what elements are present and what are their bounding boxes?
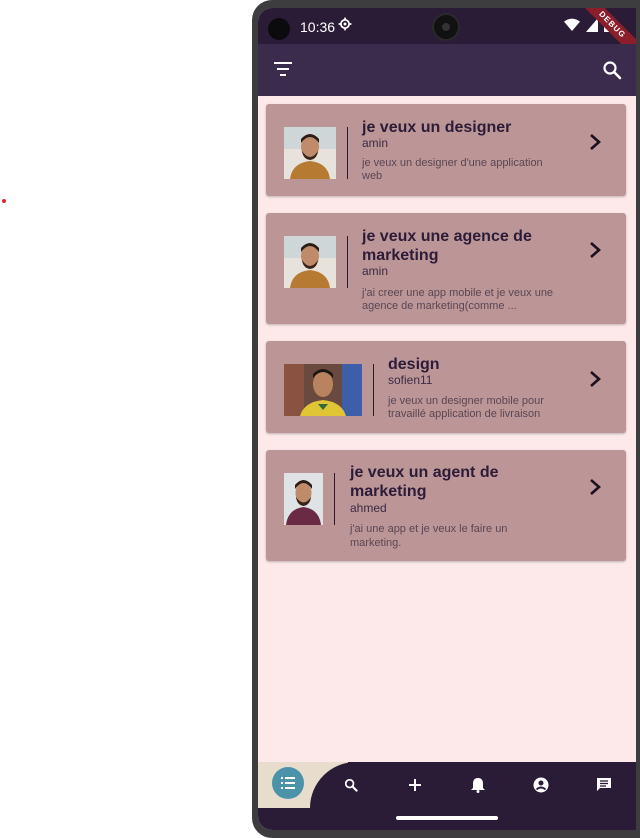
post-title-line2: marketing [350, 483, 427, 500]
post-card[interactable]: je veux un designer amin je veux un desi… [266, 104, 626, 196]
post-card[interactable]: je veux une agence de marketing amin j'a… [266, 213, 626, 324]
chevron-right-icon[interactable] [588, 370, 602, 388]
camera-cutout [268, 18, 290, 40]
search-icon[interactable] [342, 776, 360, 794]
vertical-divider [373, 364, 374, 416]
post-author: sofien11 [388, 373, 433, 387]
chevron-right-icon[interactable] [588, 133, 602, 151]
settings-icon [338, 17, 352, 35]
post-thumbnail [284, 364, 362, 416]
post-description: j'ai creer une app mobile et je veux une [362, 287, 554, 299]
vertical-divider [347, 127, 348, 179]
front-camera [434, 15, 458, 39]
post-author: amin [362, 264, 389, 278]
chevron-right-icon[interactable] [588, 478, 602, 496]
post-description: je veux un designer mobile pour [388, 395, 544, 407]
home-indicator[interactable] [396, 816, 498, 820]
account-icon[interactable] [532, 776, 550, 794]
red-dot-marker [2, 199, 6, 203]
app-screen: 10:36 DEBUG je veux un designer amin je … [258, 8, 636, 830]
post-author: amin [362, 136, 389, 150]
post-title: je veux un agent de [350, 464, 499, 481]
post-description: je veux un designer d'une application [362, 157, 543, 169]
post-thumbnail [284, 236, 336, 288]
vertical-divider [347, 236, 348, 288]
post-description-line2: marketing. [350, 537, 402, 549]
wifi-icon [564, 18, 580, 31]
filter-icon[interactable] [274, 62, 292, 78]
list-icon[interactable] [272, 767, 304, 799]
post-author: ahmed [350, 501, 387, 515]
status-time: 10:36 [300, 19, 336, 35]
app-bar [258, 44, 636, 96]
post-title: design [388, 356, 440, 373]
search-icon[interactable] [602, 60, 622, 80]
post-title-line2: marketing [362, 247, 439, 264]
post-card[interactable]: design sofien11 je veux un designer mobi… [266, 341, 626, 433]
signal-icon [586, 18, 598, 32]
vertical-divider [334, 473, 335, 525]
chevron-right-icon[interactable] [588, 241, 602, 259]
post-description: j'ai une app et je veux le faire un [350, 523, 508, 535]
post-description-line2: travaillé application de livraison [388, 408, 541, 420]
add-icon[interactable] [406, 776, 424, 794]
post-title: je veux un designer [362, 119, 512, 136]
chat-icon[interactable] [595, 776, 613, 794]
status-bar: 10:36 DEBUG [258, 8, 636, 66]
post-description-line2: web [362, 170, 383, 182]
post-description-line2: agence de marketing(comme ... [362, 300, 517, 312]
bell-icon[interactable] [469, 776, 487, 794]
post-card[interactable]: je veux un agent de marketing ahmed j'ai… [266, 450, 626, 561]
post-title: je veux une agence de [362, 228, 532, 245]
post-thumbnail [284, 473, 323, 525]
post-thumbnail [284, 127, 336, 179]
bottom-navigation [258, 762, 636, 808]
